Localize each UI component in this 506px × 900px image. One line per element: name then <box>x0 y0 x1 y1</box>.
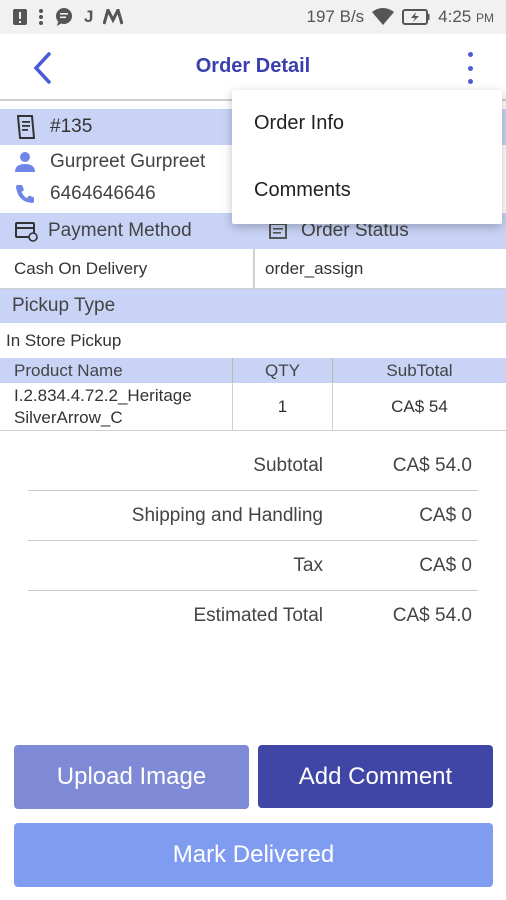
order-totals: Subtotal CA$ 54.0 Shipping and Handling … <box>28 441 478 641</box>
estimated-total-row: Estimated Total CA$ 54.0 <box>193 605 472 626</box>
customer-name: Gurpreet Gurpreet <box>50 151 206 172</box>
column-header-qty: QTY <box>233 358 333 383</box>
m-app-icon <box>103 9 124 25</box>
battery-icon <box>402 9 430 25</box>
mark-delivered-button[interactable]: Mark Delivered <box>14 823 493 887</box>
product-qty-cell: 1 <box>233 383 333 430</box>
payment-method-value: Cash On Delivery <box>14 258 148 278</box>
page-title: Order Detail <box>195 55 311 77</box>
menu-item-order-info[interactable]: Order Info <box>232 90 502 157</box>
column-header-subtotal: SubTotal <box>386 360 453 380</box>
pickup-type-header: Pickup Type <box>0 289 506 323</box>
dot-icon <box>467 52 473 57</box>
product-table-header: Product Name QTY SubTotal <box>0 358 506 383</box>
payment-method-header: Payment Method <box>0 213 253 249</box>
status-bar: J 197 B/s 4:25 PM <box>0 0 506 34</box>
net-speed: 197 B/s <box>306 7 365 26</box>
shipping-row: Shipping and Handling CA$ 0 <box>28 491 478 541</box>
product-name-cell: I.2.834.4.72.2_Heritage SilverArrow_C <box>0 383 233 430</box>
order-number: #135 <box>50 116 93 137</box>
receipt-icon <box>14 114 38 140</box>
pickup-type-value: In Store Pickup <box>6 330 122 350</box>
customer-name-row: Gurpreet Gurpreet <box>14 151 205 173</box>
column-header-product-name: Product Name <box>0 358 233 383</box>
overflow-menu: Order Info Comments <box>232 90 502 224</box>
clock: 4:25 PM <box>438 7 494 26</box>
subtotal-row: Subtotal CA$ 54.0 <box>28 441 478 491</box>
chevron-left-icon <box>33 52 51 84</box>
j-app-icon: J <box>84 7 94 26</box>
customer-phone: 6464646646 <box>50 183 156 204</box>
overflow-menu-button[interactable] <box>462 52 478 84</box>
tax-row: Tax CA$ 0 <box>28 541 478 591</box>
dot-icon <box>467 79 473 84</box>
person-icon <box>14 151 36 173</box>
alert-icon <box>12 8 28 26</box>
more-vert-icon <box>38 8 44 26</box>
order-status-value: order_assign <box>253 249 506 288</box>
upload-image-button[interactable]: Upload Image <box>14 745 249 809</box>
payment-card-icon <box>14 220 38 242</box>
customer-phone-row: 6464646646 <box>14 183 156 205</box>
table-row: I.2.834.4.72.2_Heritage SilverArrow_C 1 C… <box>0 383 506 431</box>
dot-icon <box>467 65 473 71</box>
menu-item-comments[interactable]: Comments <box>232 157 502 224</box>
wifi-icon <box>372 8 395 26</box>
add-comment-button[interactable]: Add Comment <box>258 745 493 808</box>
phone-icon <box>14 183 36 205</box>
back-button[interactable] <box>24 48 60 88</box>
product-subtotal-cell: CA$ 54 <box>391 396 448 416</box>
chat-icon <box>54 7 74 27</box>
payment-status-values: Cash On Delivery order_assign <box>0 249 506 289</box>
